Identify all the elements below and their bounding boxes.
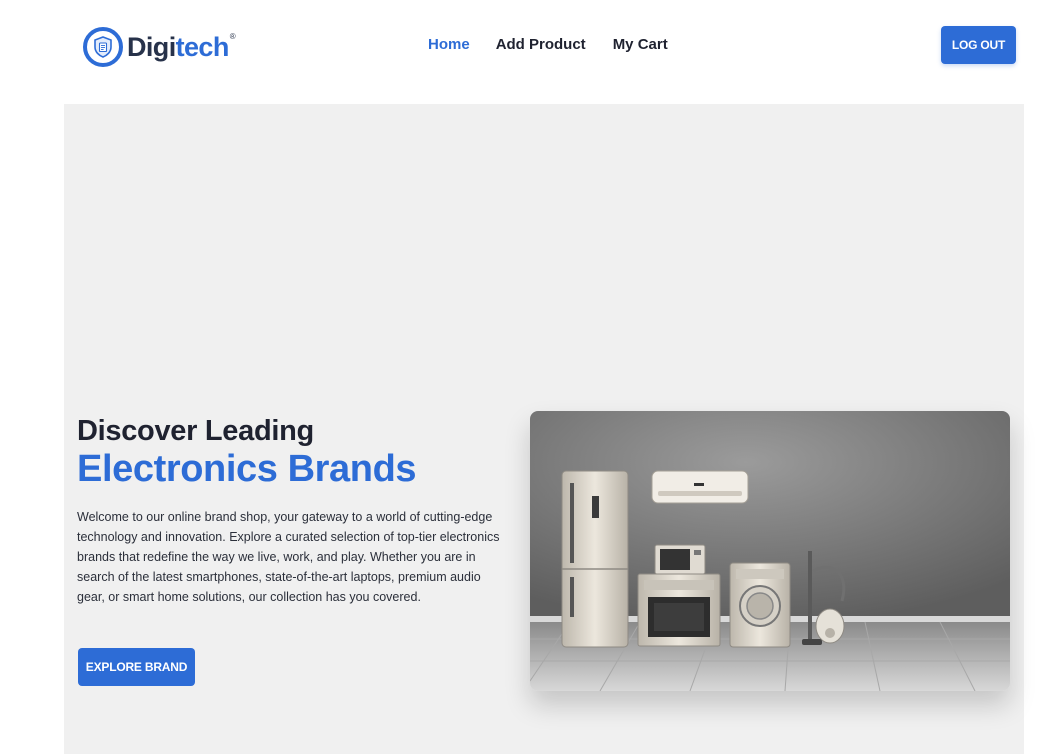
- site-header: Digitech ® Home Add Product My Cart LOG …: [0, 0, 1046, 92]
- explore-brand-button[interactable]: EXPLORE BRAND: [78, 648, 195, 686]
- brand-logo[interactable]: Digitech ®: [83, 26, 236, 68]
- home-appliances-image: [530, 411, 1010, 691]
- hero-description: Welcome to our online brand shop, your g…: [77, 510, 500, 604]
- registered-mark: ®: [229, 32, 236, 41]
- nav-add-product-link[interactable]: Add Product: [496, 36, 586, 54]
- brand-name: Digitech: [127, 31, 230, 62]
- hero-title: Discover Leading Electronics Brands: [77, 414, 517, 490]
- nav-home-link[interactable]: Home: [428, 36, 470, 54]
- nav-my-cart-link[interactable]: My Cart: [613, 36, 668, 54]
- hero-title-line1: Discover Leading: [77, 415, 314, 447]
- hero-title-line2: Electronics Brands: [77, 448, 417, 490]
- brand-name-accent: tech: [175, 31, 230, 62]
- logout-button[interactable]: LOG OUT: [941, 26, 1016, 64]
- brand-name-main: Digi: [127, 31, 176, 62]
- shield-document-icon: [83, 27, 123, 67]
- main-nav: Home Add Product My Cart: [428, 36, 668, 54]
- hero-section: Discover Leading Electronics Brands Welc…: [64, 104, 1024, 754]
